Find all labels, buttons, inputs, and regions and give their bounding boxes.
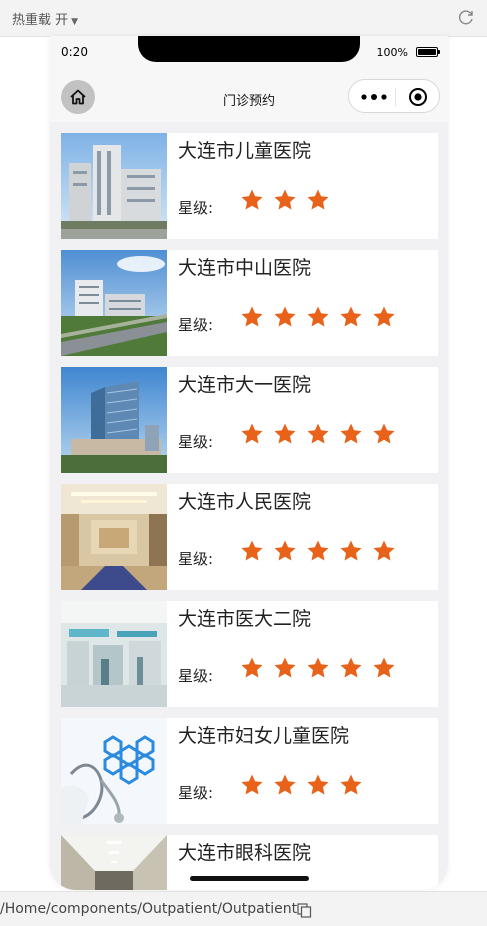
hospital-corridor-photo bbox=[61, 835, 167, 890]
hospital-building-photo bbox=[61, 133, 167, 239]
hot-reload-label: 热重载 开 bbox=[12, 13, 69, 28]
battery-percentage: 100% bbox=[376, 46, 408, 59]
star-rating bbox=[240, 422, 405, 448]
medical-stethoscope-photo bbox=[61, 718, 167, 824]
hospital-card[interactable]: 大连市妇女儿童医院星级: bbox=[61, 718, 438, 824]
star-icon bbox=[241, 657, 263, 678]
hospital-lobby-photo bbox=[61, 484, 167, 590]
rating-label: 星级: bbox=[178, 433, 214, 451]
star-icon bbox=[307, 423, 329, 444]
capsule-divider bbox=[395, 88, 396, 106]
star-icon bbox=[340, 423, 362, 444]
hospital-card[interactable]: 大连市儿童医院星级: bbox=[61, 133, 438, 239]
star-rating bbox=[240, 539, 405, 565]
hospital-name: 大连市医大二院 bbox=[178, 608, 312, 630]
hospital-card[interactable]: 大连市大一医院星级: bbox=[61, 367, 438, 473]
hospital-name: 大连市妇女儿童医院 bbox=[178, 725, 350, 747]
hospital-card[interactable]: 大连市眼科医院星级: bbox=[61, 835, 438, 890]
star-rating bbox=[240, 773, 372, 799]
navigation-bar: 门诊预约 bbox=[50, 72, 448, 122]
copy-icon[interactable] bbox=[297, 903, 312, 918]
page-path-bar: /Home/components/Outpatient/Outpatient bbox=[0, 891, 487, 926]
close-mini-program-icon[interactable] bbox=[408, 87, 428, 107]
star-icon bbox=[340, 540, 362, 561]
chevron-down-icon: ▼ bbox=[71, 17, 79, 27]
star-icon bbox=[340, 657, 362, 678]
hospital-name: 大连市大一医院 bbox=[178, 374, 312, 396]
hospital-card[interactable]: 大连市人民医院星级: bbox=[61, 484, 438, 590]
hospital-name: 大连市儿童医院 bbox=[178, 140, 312, 162]
star-icon bbox=[307, 657, 329, 678]
rating-label: 星级: bbox=[178, 550, 214, 568]
star-icon bbox=[274, 540, 296, 561]
star-icon bbox=[241, 423, 263, 444]
mini-program-capsule bbox=[348, 79, 440, 113]
hospital-card[interactable]: 大连市中山医院星级: bbox=[61, 250, 438, 356]
star-icon bbox=[241, 774, 263, 795]
star-icon bbox=[307, 306, 329, 327]
star-icon bbox=[241, 540, 263, 561]
star-rating bbox=[240, 305, 405, 331]
rating-label: 星级: bbox=[178, 667, 214, 685]
star-rating bbox=[240, 656, 405, 682]
devtools-toolbar: 热重载 开 ▼ bbox=[0, 0, 487, 37]
star-icon bbox=[241, 189, 263, 210]
notch bbox=[138, 36, 360, 62]
star-icon bbox=[340, 774, 362, 795]
star-icon bbox=[373, 540, 395, 561]
hospital-list: 大连市儿童医院 星级: 大连市中山医院 星级: 大连市大一医院 星级: 大连市人民医院 星级:… bbox=[61, 133, 438, 890]
hospital-campus-aerial-photo bbox=[61, 250, 167, 356]
refresh-icon[interactable] bbox=[457, 8, 475, 26]
battery-icon bbox=[416, 47, 440, 57]
hospital-card[interactable]: 大连市医大二院星级: bbox=[61, 601, 438, 707]
star-icon bbox=[307, 189, 329, 210]
status-time: 0:20 bbox=[61, 45, 88, 59]
status-bar: 0:20 100% bbox=[50, 36, 448, 72]
star-icon bbox=[274, 306, 296, 327]
star-icon bbox=[274, 189, 296, 210]
rating-label: 星级: bbox=[178, 199, 214, 217]
star-icon bbox=[340, 306, 362, 327]
hot-reload-toggle[interactable]: 热重载 开 ▼ bbox=[12, 9, 78, 28]
star-icon bbox=[307, 540, 329, 561]
star-icon bbox=[373, 423, 395, 444]
star-icon bbox=[241, 306, 263, 327]
hospital-name: 大连市中山医院 bbox=[178, 257, 312, 279]
hospital-name: 大连市眼科医院 bbox=[178, 842, 312, 864]
hospital-name: 大连市人民医院 bbox=[178, 491, 312, 513]
star-rating bbox=[240, 188, 339, 214]
star-icon bbox=[373, 657, 395, 678]
home-indicator bbox=[190, 876, 309, 881]
rating-label: 星级: bbox=[178, 316, 214, 334]
page-path: /Home/components/Outpatient/Outpatient bbox=[0, 901, 298, 917]
more-icon[interactable] bbox=[361, 94, 387, 100]
hospital-tower-photo bbox=[61, 367, 167, 473]
star-icon bbox=[373, 306, 395, 327]
star-icon bbox=[274, 774, 296, 795]
star-icon bbox=[307, 774, 329, 795]
hospital-hall-photo bbox=[61, 601, 167, 707]
star-icon bbox=[274, 657, 296, 678]
rating-label: 星级: bbox=[178, 784, 214, 802]
phone-simulator: 0:20 100% 门诊预约 大连市儿童医院 星级: 大连市中山医院 星级: 大连市大一… bbox=[50, 36, 448, 890]
star-icon bbox=[274, 423, 296, 444]
